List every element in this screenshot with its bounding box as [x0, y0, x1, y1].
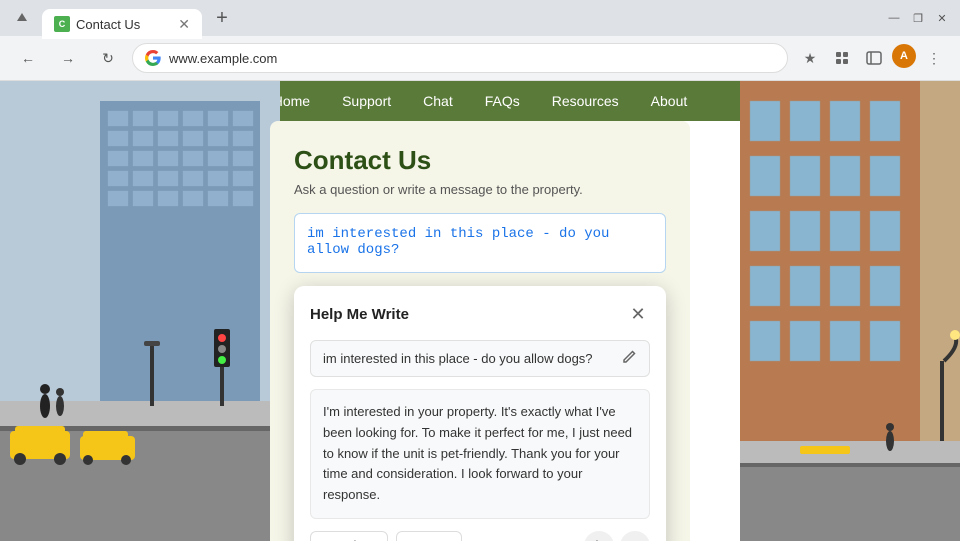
undo-button[interactable]: [584, 531, 614, 541]
tab-title: Contact Us: [76, 17, 140, 32]
extensions-icon[interactable]: [828, 44, 856, 72]
hmw-controls: Length Tone: [310, 531, 650, 541]
address-actions: ★ A ⋮: [796, 44, 948, 72]
hmw-title: Help Me Write: [310, 306, 409, 323]
minimize-btn[interactable]: —: [884, 8, 904, 28]
background-right: [740, 81, 960, 541]
background-left: [0, 81, 280, 541]
google-logo: [145, 50, 161, 66]
bookmark-icon[interactable]: ★: [796, 44, 824, 72]
close-btn[interactable]: ✕: [932, 8, 952, 28]
nav-about[interactable]: About: [651, 93, 688, 109]
hmw-output-text: I'm interested in your property. It's ex…: [310, 389, 650, 519]
regenerate-button[interactable]: [620, 531, 650, 541]
help-me-write-panel: Help Me Write ✕ im interested in this pl…: [294, 286, 666, 541]
contact-title: Contact Us: [294, 145, 666, 176]
sidebar-icon[interactable]: [860, 44, 888, 72]
tab-favicon: C: [54, 16, 70, 32]
hmw-input-row: im interested in this place - do you all…: [310, 340, 650, 377]
hmw-close-button[interactable]: ✕: [626, 302, 650, 326]
browser-chrome: C Contact Us ✕ + — ❐ ✕ ← → ↻ www.example…: [0, 0, 960, 81]
tab-expand-btn[interactable]: [8, 4, 36, 32]
tab-spacer: C Contact Us ✕ +: [8, 3, 236, 33]
window-controls: — ❐ ✕: [884, 8, 952, 28]
tab-bar: C Contact Us ✕ + — ❐ ✕: [0, 0, 960, 36]
url-text: www.example.com: [169, 51, 775, 66]
main-area: Contact Us Ask a question or write a mes…: [270, 121, 690, 541]
address-bar: ← → ↻ www.example.com ★ A ⋮: [0, 36, 960, 80]
tab-close-btn[interactable]: ✕: [178, 17, 190, 31]
active-tab[interactable]: C Contact Us ✕: [42, 9, 202, 39]
contact-subtitle: Ask a question or write a message to the…: [294, 182, 666, 197]
refresh-button[interactable]: ↻: [92, 42, 124, 74]
forward-button[interactable]: →: [52, 42, 84, 74]
hmw-input-text: im interested in this place - do you all…: [323, 351, 613, 366]
profile-avatar[interactable]: A: [892, 44, 916, 68]
contact-card: Contact Us Ask a question or write a mes…: [270, 121, 690, 541]
message-input[interactable]: im interested in this place - do you all…: [294, 213, 666, 273]
hmw-actions: [584, 531, 650, 541]
nav-faqs[interactable]: FAQs: [485, 93, 520, 109]
maximize-btn[interactable]: ❐: [908, 8, 928, 28]
back-button[interactable]: ←: [12, 42, 44, 74]
url-bar[interactable]: www.example.com: [132, 43, 788, 73]
hmw-header: Help Me Write ✕: [310, 302, 650, 326]
menu-icon[interactable]: ⋮: [920, 44, 948, 72]
new-tab-button[interactable]: +: [208, 4, 236, 32]
nav-resources[interactable]: Resources: [552, 93, 619, 109]
page-content: Home Support Chat FAQs Resources About C…: [0, 81, 960, 541]
nav-chat[interactable]: Chat: [423, 93, 453, 109]
nav-support[interactable]: Support: [342, 93, 391, 109]
hmw-edit-icon[interactable]: [621, 349, 637, 368]
